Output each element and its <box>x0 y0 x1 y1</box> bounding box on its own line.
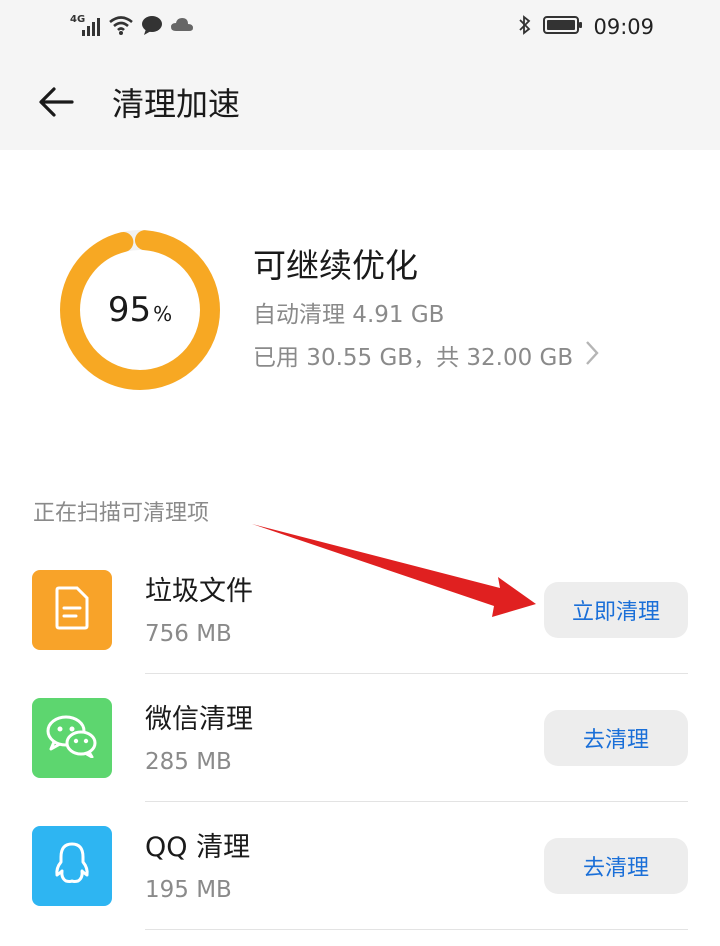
bluetooth-icon <box>517 14 533 40</box>
wifi-icon <box>108 14 134 40</box>
item-name: QQ 清理 <box>145 832 251 863</box>
auto-clean-text: 自动清理 4.91 GB <box>253 302 445 328</box>
divider <box>145 801 688 802</box>
battery-icon <box>543 14 583 40</box>
qq-icon <box>52 841 92 891</box>
back-arrow-icon <box>36 82 76 126</box>
wechat-tile <box>32 698 112 778</box>
clean-now-button[interactable]: 立即清理 <box>544 582 688 638</box>
cloud-icon <box>170 14 194 40</box>
wechat-icon <box>45 714 99 762</box>
usage-percent: 95 <box>107 290 152 330</box>
ring-label: 95% <box>58 228 222 392</box>
page-title: 清理加速 <box>112 85 241 123</box>
status-left: 4G <box>70 12 194 42</box>
list-item-junk-files[interactable]: 垃圾文件 756 MB 立即清理 <box>0 562 720 690</box>
qq-tile <box>32 826 112 906</box>
storage-usage-link[interactable]: 已用 30.55 GB，共 32.00 GB <box>253 340 599 376</box>
item-name: 垃圾文件 <box>145 576 253 607</box>
divider <box>145 673 688 674</box>
go-clean-wechat-button[interactable]: 去清理 <box>544 710 688 766</box>
junk-file-tile <box>32 570 112 650</box>
scan-status-label: 正在扫描可清理项 <box>33 501 210 526</box>
back-button[interactable] <box>30 78 82 130</box>
signal-icon: 4G <box>70 14 102 38</box>
item-size: 285 MB <box>145 749 232 775</box>
chevron-right-icon <box>585 340 599 376</box>
status-right: 09:09 <box>517 12 654 42</box>
item-name: 微信清理 <box>145 704 253 735</box>
list-item-wechat[interactable]: 微信清理 285 MB 去清理 <box>0 690 720 818</box>
status-bar: 4G 09:09 <box>0 0 720 56</box>
file-icon <box>54 586 90 634</box>
percent-sign: % <box>153 302 173 326</box>
list-item-qq[interactable]: QQ 清理 195 MB 去清理 <box>0 818 720 946</box>
storage-usage-text: 已用 30.55 GB，共 32.00 GB <box>253 345 574 371</box>
app-header: 4G 09:09 清理加速 <box>0 0 720 150</box>
optimization-status: 可继续优化 <box>253 246 418 285</box>
status-time: 09:09 <box>593 15 654 39</box>
go-clean-qq-button[interactable]: 去清理 <box>544 838 688 894</box>
item-size: 195 MB <box>145 877 232 903</box>
item-size: 756 MB <box>145 621 232 647</box>
message-icon <box>140 14 164 40</box>
